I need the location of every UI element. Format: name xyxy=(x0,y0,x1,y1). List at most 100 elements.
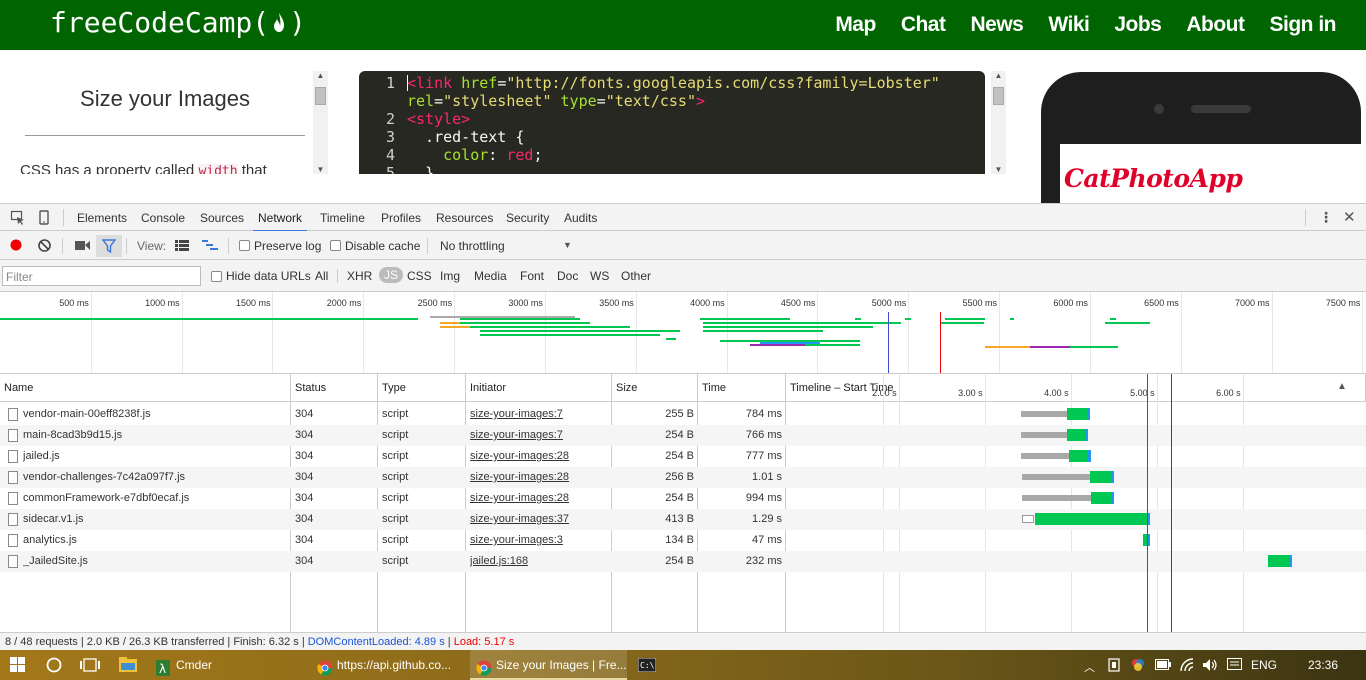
network-overview[interactable]: 500 ms 1000 ms 1500 ms 2000 ms 2500 ms 3000 m… xyxy=(0,292,1366,374)
code-token: red xyxy=(506,146,534,164)
request-initiator[interactable]: size-your-images:28 xyxy=(470,446,608,467)
request-initiator[interactable]: jailed.js:168 xyxy=(470,551,608,572)
large-rows-icon[interactable] xyxy=(175,240,189,254)
finish-time: Finish: 6.32 s xyxy=(233,636,299,648)
record-icon[interactable] xyxy=(10,239,22,254)
nav-about[interactable]: About xyxy=(1186,13,1245,37)
table-row[interactable]: vendor-challenges-7c42a097f7.js 304 script… xyxy=(0,467,1366,488)
disable-cache-checkbox[interactable] xyxy=(330,240,341,251)
console-app-icon[interactable]: C:\ xyxy=(637,657,657,675)
capture-screenshots-icon[interactable] xyxy=(75,240,90,254)
tab-sources[interactable]: Sources xyxy=(200,211,244,225)
input-language[interactable]: ENG xyxy=(1251,650,1281,680)
table-row[interactable]: main-8cad3b9d15.js 304 script size-your-ima… xyxy=(0,425,1366,446)
nav-jobs[interactable]: Jobs xyxy=(1114,13,1162,37)
filter-type-media[interactable]: Media xyxy=(474,269,507,283)
overview-gridline xyxy=(726,292,728,373)
filter-input[interactable]: Filter xyxy=(2,266,201,286)
windows-start-icon[interactable] xyxy=(10,657,26,676)
tab-audits[interactable]: Audits xyxy=(564,211,597,225)
request-initiator[interactable]: size-your-images:7 xyxy=(470,425,608,446)
filter-type-ws[interactable]: WS xyxy=(590,269,609,283)
filter-type-css[interactable]: CSS xyxy=(407,269,432,283)
column-header[interactable]: Initiator xyxy=(466,374,612,402)
clear-icon[interactable] xyxy=(38,239,51,255)
table-row[interactable]: commonFramework-e7dbf0ecaf.js 304 script si… xyxy=(0,488,1366,509)
filter-type-xhr[interactable]: XHR xyxy=(347,269,372,283)
request-initiator[interactable]: size-your-images:28 xyxy=(470,467,608,488)
scroll-thumb[interactable] xyxy=(315,87,326,105)
scroll-down-icon[interactable]: ▼ xyxy=(991,165,1006,174)
request-initiator[interactable]: size-your-images:3 xyxy=(470,530,608,551)
sort-ascending-icon[interactable]: ▲ xyxy=(1337,381,1347,392)
filter-type-doc[interactable]: Doc xyxy=(557,269,578,283)
tab-console[interactable]: Console xyxy=(141,211,185,225)
column-header[interactable]: Type xyxy=(378,374,466,402)
volume-icon[interactable] xyxy=(1202,658,1218,675)
tray-app-icon[interactable] xyxy=(1108,658,1120,675)
preserve-log-checkbox[interactable] xyxy=(239,240,250,251)
taskbar-chrome-fcc[interactable]: Size your Images | Fre... xyxy=(470,650,627,680)
table-row[interactable]: _JailedSite.js 304 script jailed.js:168 254 … xyxy=(0,551,1366,572)
filter-type-img[interactable]: Img xyxy=(440,269,460,283)
table-row[interactable]: jailed.js 304 script size-your-images:28 254… xyxy=(0,446,1366,467)
table-row[interactable]: analytics.js 304 script size-your-images:3 1… xyxy=(0,530,1366,551)
inspect-element-icon[interactable] xyxy=(10,210,26,229)
nav-chat[interactable]: Chat xyxy=(901,13,946,37)
nav-news[interactable]: News xyxy=(970,13,1023,37)
tab-profiles[interactable]: Profiles xyxy=(381,211,421,225)
request-initiator[interactable]: size-your-images:28 xyxy=(470,488,608,509)
request-count: 8 / 48 requests xyxy=(5,636,78,648)
request-initiator[interactable]: size-your-images:37 xyxy=(470,509,608,530)
table-row[interactable]: sidecar.v1.js 304 script size-your-images:3… xyxy=(0,509,1366,530)
dropdown-arrow-icon[interactable]: ▼ xyxy=(563,240,572,250)
action-center-icon[interactable] xyxy=(1227,658,1242,675)
column-header[interactable]: Size xyxy=(612,374,698,402)
filter-type-all[interactable]: All xyxy=(315,269,328,283)
scroll-up-icon[interactable]: ▲ xyxy=(313,71,328,80)
nav-sign-in[interactable]: Sign in xyxy=(1270,13,1337,37)
request-initiator[interactable]: size-your-images:7 xyxy=(470,404,608,425)
wifi-icon[interactable] xyxy=(1180,658,1196,675)
throttling-select[interactable]: No throttling xyxy=(440,239,505,253)
logo-text-left: freeCodeCamp( xyxy=(50,6,270,39)
nav-wiki[interactable]: Wiki xyxy=(1048,13,1089,37)
editor-scrollbar[interactable]: ▲ ▼ xyxy=(991,71,1006,174)
tab-timeline[interactable]: Timeline xyxy=(320,211,365,225)
scroll-up-icon[interactable]: ▲ xyxy=(991,71,1006,80)
request-type: script xyxy=(382,450,409,462)
fcc-logo[interactable]: freeCodeCamp( ) xyxy=(50,6,306,39)
tab-network[interactable]: Network xyxy=(252,211,308,232)
filter-type-js[interactable]: JS xyxy=(379,267,404,283)
hide-data-urls-checkbox[interactable] xyxy=(211,271,222,282)
code-editor[interactable]: 1 <link href="http://fonts.googleapis.com… xyxy=(359,71,985,174)
nav-map[interactable]: Map xyxy=(835,13,876,37)
filter-type-other[interactable]: Other xyxy=(621,269,651,283)
close-devtools-icon[interactable]: ✕ xyxy=(1343,208,1356,226)
filter-icon[interactable] xyxy=(96,235,122,257)
tab-resources[interactable]: Resources xyxy=(436,211,493,225)
scroll-down-icon[interactable]: ▼ xyxy=(313,165,328,174)
overview-icon[interactable] xyxy=(202,240,218,254)
taskbar-cmder[interactable]: λ Cmder xyxy=(150,650,307,680)
column-header[interactable]: Status xyxy=(291,374,378,402)
file-explorer-icon[interactable] xyxy=(119,657,137,675)
filter-type-font[interactable]: Font xyxy=(520,269,544,283)
clock[interactable]: 23:36 xyxy=(1308,650,1348,680)
column-header[interactable]: Time xyxy=(698,374,786,402)
tray-color-icon[interactable] xyxy=(1130,657,1146,676)
more-options-icon[interactable]: ⋮ xyxy=(1319,209,1333,226)
tab-security[interactable]: Security xyxy=(506,211,549,225)
instructions-scrollbar[interactable]: ▲ ▼ xyxy=(313,71,328,174)
code-token: "http://fonts.googleapis.com/css?family=… xyxy=(506,74,940,92)
device-mode-icon[interactable] xyxy=(38,210,50,229)
scroll-thumb[interactable] xyxy=(993,87,1004,105)
tab-elements[interactable]: Elements xyxy=(77,211,127,225)
battery-icon[interactable] xyxy=(1155,659,1171,673)
taskbar-chrome-github[interactable]: https://api.github.co... xyxy=(311,650,466,680)
task-view-icon[interactable] xyxy=(80,658,100,675)
cortana-icon[interactable] xyxy=(46,657,62,676)
table-row[interactable]: vendor-main-00eff8238f.js 304 script size-y… xyxy=(0,404,1366,425)
column-header[interactable]: Name xyxy=(0,374,291,402)
show-hidden-icons-icon[interactable]: ︿ xyxy=(1084,659,1095,675)
